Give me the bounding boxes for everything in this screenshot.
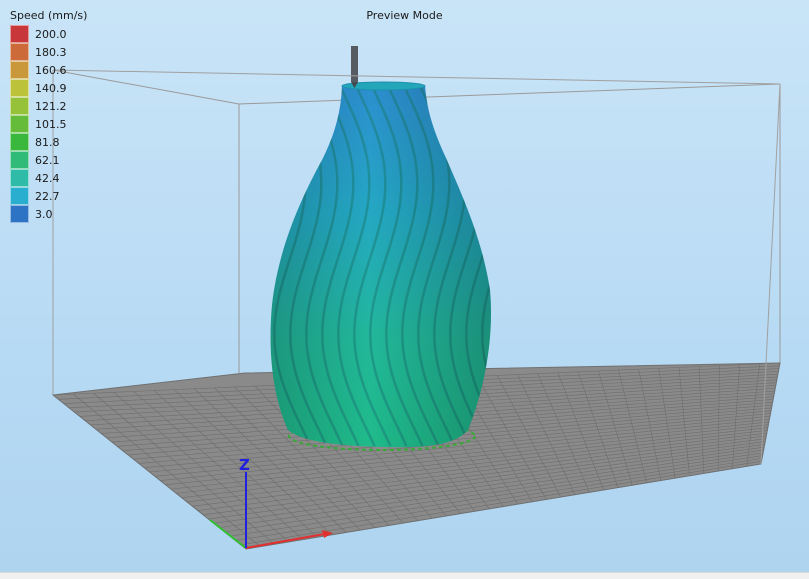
legend-swatch	[10, 187, 29, 205]
legend-swatch	[10, 25, 29, 43]
legend-swatch	[10, 133, 29, 151]
legend-value: 62.1	[35, 153, 60, 167]
legend-value: 81.8	[35, 135, 60, 149]
scene-canvas[interactable]: Z	[0, 0, 809, 579]
legend-value: 3.0	[35, 207, 53, 221]
legend-item: 62.1	[10, 151, 87, 169]
legend-value: 42.4	[35, 171, 60, 185]
z-axis-label: Z	[239, 456, 250, 474]
legend-value: 101.5	[35, 117, 67, 131]
legend-item: 3.0	[10, 205, 87, 223]
3d-viewport[interactable]: Z Preview Mode Speed (mm/s) 200.0 180.3 16…	[0, 0, 809, 579]
legend-swatch	[10, 43, 29, 61]
legend-value: 180.3	[35, 45, 67, 59]
legend-swatch	[10, 205, 29, 223]
legend-swatch	[10, 115, 29, 133]
legend-item: 101.5	[10, 115, 87, 133]
view-mode-title: Preview Mode	[366, 9, 443, 22]
legend-item: 140.9	[10, 79, 87, 97]
legend-swatch	[10, 169, 29, 187]
legend-swatch	[10, 79, 29, 97]
legend-item: 121.2	[10, 97, 87, 115]
legend-value: 121.2	[35, 99, 67, 113]
legend-item: 42.4	[10, 169, 87, 187]
nozzle	[351, 46, 358, 82]
legend-item: 160.6	[10, 61, 87, 79]
speed-legend: Speed (mm/s) 200.0 180.3 160.6 140.9 121.2 10…	[10, 9, 87, 223]
legend-item: 81.8	[10, 133, 87, 151]
legend-item: 22.7	[10, 187, 87, 205]
legend-title: Speed (mm/s)	[10, 9, 88, 22]
legend-swatch	[10, 151, 29, 169]
legend-value: 22.7	[35, 189, 60, 203]
legend-value: 160.6	[35, 63, 67, 77]
legend-value: 200.0	[35, 27, 67, 41]
legend-item: 180.3	[10, 43, 87, 61]
legend-value: 140.9	[35, 81, 67, 95]
legend-swatch	[10, 97, 29, 115]
legend-swatch	[10, 61, 29, 79]
bottom-panel-edge	[0, 572, 809, 579]
legend-item: 200.0	[10, 25, 87, 43]
